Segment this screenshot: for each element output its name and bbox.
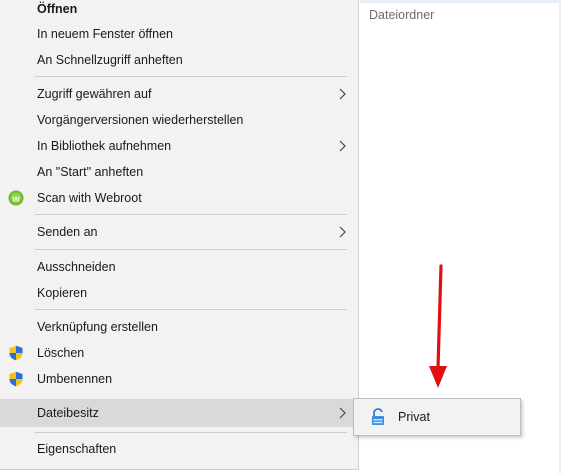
menu-item-pin-start[interactable]: An "Start" anheften [0,159,358,185]
chevron-right-icon [339,88,346,100]
submenu-item-label: Privat [398,410,430,424]
menu-item-label: Dateibesitz [37,406,99,420]
menu-item-label: Scan with Webroot [37,191,142,205]
menu-item-pin-quick-access[interactable]: An Schnellzugriff anheften [0,47,358,73]
file-type-cell: Dateiordner [369,8,435,22]
uac-shield-icon [9,371,23,387]
menu-item-label: An "Start" anheften [37,165,144,179]
menu-item-label: In neuem Fenster öffnen [37,27,173,41]
menu-item-delete[interactable]: Löschen [0,340,358,366]
menu-item-label: In Bibliothek aufnehmen [37,139,172,153]
menu-item-copy[interactable]: Kopieren [0,280,358,306]
menu-item-label: An Schnellzugriff anheften [37,53,183,67]
menu-item-include-library[interactable]: In Bibliothek aufnehmen [0,133,358,159]
context-menu: Öffnen In neuem Fenster öffnen An Schnel… [0,0,359,470]
menu-item-label: Löschen [37,346,85,360]
menu-separator [35,249,347,250]
menu-separator [35,432,347,433]
list-top-border [360,0,561,3]
unlock-icon [372,408,384,425]
menu-separator [35,214,347,215]
submenu-item-private[interactable]: Privat [357,403,517,431]
uac-shield-icon [9,345,23,361]
menu-item-label: Zugriff gewähren auf [37,87,152,101]
menu-item-label: Verknüpfung erstellen [37,320,158,334]
menu-item-open-new-window[interactable]: In neuem Fenster öffnen [0,21,358,47]
menu-item-cut[interactable]: Ausschneiden [0,254,358,280]
annotation-arrow [429,264,447,388]
menu-item-label: Öffnen [37,2,78,16]
menu-item-properties[interactable]: Eigenschaften [0,436,358,462]
menu-item-scan-webroot[interactable]: w Scan with Webroot [0,185,358,211]
menu-item-label: Ausschneiden [37,260,116,274]
menu-separator [35,76,347,77]
menu-item-label: Vorgängerversionen wiederherstellen [37,113,244,127]
menu-separator [35,309,347,310]
menu-item-label: Kopieren [37,286,88,300]
svg-text:w: w [11,194,20,204]
file-ownership-submenu: Privat [353,398,521,436]
chevron-right-icon [339,226,346,238]
menu-item-send-to[interactable]: Senden an [0,219,358,245]
chevron-right-icon [339,407,346,419]
menu-item-file-ownership[interactable]: Dateibesitz [0,399,358,427]
chevron-right-icon [339,140,346,152]
menu-item-create-shortcut[interactable]: Verknüpfung erstellen [0,314,358,340]
webroot-icon: w [8,190,24,206]
menu-item-rename[interactable]: Umbenennen [0,366,358,392]
menu-item-label: Senden an [37,225,98,239]
menu-item-label: Eigenschaften [37,442,117,456]
menu-item-label: Umbenennen [37,372,113,386]
menu-item-restore-versions[interactable]: Vorgängerversionen wiederherstellen [0,107,358,133]
menu-item-give-access[interactable]: Zugriff gewähren auf [0,81,358,107]
menu-item-open[interactable]: Öffnen [0,0,358,22]
